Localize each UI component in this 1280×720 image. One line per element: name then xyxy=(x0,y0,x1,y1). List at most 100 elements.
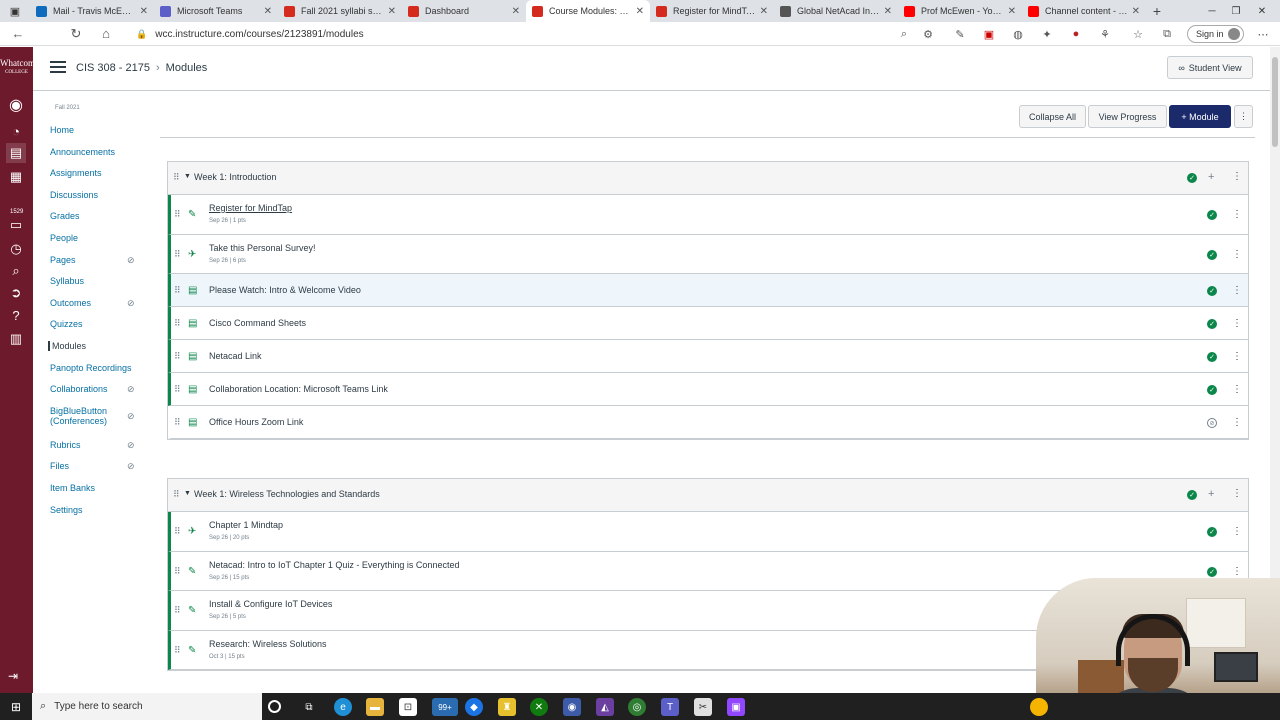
browser-tab[interactable]: Microsoft Teams ✕ xyxy=(154,0,278,22)
calendar-icon[interactable]: ▦ xyxy=(6,167,26,187)
published-check-icon[interactable]: ✓ xyxy=(1207,352,1217,362)
course-nav-item[interactable]: Outcomes xyxy=(50,298,91,308)
tab-close-icon[interactable]: ✕ xyxy=(388,6,396,17)
browser-menu-icon[interactable]: ▣ xyxy=(0,0,30,22)
module-item-title[interactable]: Research: Wireless Solutions xyxy=(209,639,327,649)
module-item-title[interactable]: Install & Configure IoT Devices xyxy=(209,599,332,609)
modules-options-kebab-icon[interactable]: ⋮ xyxy=(1234,105,1253,128)
browser-tab[interactable]: Global NetAcad Instal ✕ xyxy=(774,0,898,22)
drag-handle-icon[interactable]: ⠿ xyxy=(174,417,181,428)
inbox-icon[interactable]: ▭ xyxy=(6,215,26,235)
extension-globe-icon[interactable]: ◍ xyxy=(1011,27,1025,41)
store-icon[interactable]: ⊡ xyxy=(399,698,417,716)
tab-close-icon[interactable]: ✕ xyxy=(140,6,148,17)
item-kebab-icon[interactable]: ⋮ xyxy=(1232,384,1242,395)
add-item-icon[interactable]: + xyxy=(1208,171,1214,183)
hamburger-menu-icon[interactable] xyxy=(50,61,66,76)
browser-tab[interactable]: Fall 2021 syllabi subm ✕ xyxy=(278,0,402,22)
course-nav-item[interactable]: BigBlueButton (Conferences) xyxy=(50,406,107,426)
course-nav-item[interactable]: Settings xyxy=(50,505,83,515)
search-courses-icon[interactable]: ⌕ xyxy=(6,261,26,281)
browser-tab[interactable]: Channel content - You ✕ xyxy=(1022,0,1146,22)
course-nav-item[interactable]: People xyxy=(50,233,78,243)
item-kebab-icon[interactable]: ⋮ xyxy=(1232,526,1242,537)
studio-icon[interactable]: ▥ xyxy=(6,329,26,349)
app-icon[interactable]: ◆ xyxy=(465,698,483,716)
browser-more-icon[interactable]: ⋯ xyxy=(1256,27,1270,41)
taskbar-search-field[interactable]: ⌕ Type here to search xyxy=(32,693,262,720)
tab-close-icon[interactable]: ✕ xyxy=(512,6,520,17)
xbox-icon[interactable]: ✕ xyxy=(530,698,548,716)
drag-handle-icon[interactable]: ⠿ xyxy=(174,566,181,577)
item-kebab-icon[interactable]: ⋮ xyxy=(1232,249,1242,260)
published-check-icon[interactable]: ✓ xyxy=(1207,319,1217,329)
unpublished-icon[interactable]: ⊘ xyxy=(1207,418,1217,428)
collapse-caret-icon[interactable]: ▼ xyxy=(184,173,191,180)
course-nav-item[interactable]: Grades xyxy=(50,211,80,221)
drag-handle-icon[interactable]: ⠿ xyxy=(174,318,181,329)
college-logo[interactable]: Whatcom COLLEGE xyxy=(0,59,35,77)
tab-close-icon[interactable]: ✕ xyxy=(884,6,892,17)
item-kebab-icon[interactable]: ⋮ xyxy=(1232,351,1242,362)
module-item-title[interactable]: Netacad: Intro to IoT Chapter 1 Quiz - E… xyxy=(209,560,459,570)
browser-tab[interactable]: Register for MindTap ✕ xyxy=(650,0,774,22)
module-item-title[interactable]: Take this Personal Survey! xyxy=(209,243,316,253)
course-nav-item[interactable]: Files xyxy=(50,461,69,471)
course-nav-item[interactable]: Announcements xyxy=(50,147,115,157)
module-item-title[interactable]: Collaboration Location: Microsoft Teams … xyxy=(209,384,388,394)
favorites-icon[interactable]: ☆ xyxy=(1131,27,1145,41)
tab-close-icon[interactable]: ✕ xyxy=(264,6,272,17)
drag-handle-icon[interactable]: ⠿ xyxy=(174,384,181,395)
browser-tab[interactable]: Course Modules: CIS 3 ✕ xyxy=(526,0,650,22)
module-item[interactable]: ⠿ ✎ Register for MindTap Sep 26 | 1 pts ✓ ⋮ xyxy=(168,195,1248,235)
sign-in-button[interactable]: Sign in xyxy=(1187,25,1244,43)
add-module-button[interactable]: + Module xyxy=(1169,105,1231,128)
module-item-title[interactable]: Netacad Link xyxy=(209,351,262,361)
teams-icon[interactable]: T xyxy=(661,698,679,716)
url-field[interactable]: 🔒 wcc.instructure.com/courses/2123891/mo… xyxy=(136,25,364,43)
course-nav-item[interactable]: Pages xyxy=(50,255,76,265)
extension-circle-icon[interactable]: ● xyxy=(1069,27,1083,41)
minimize-window-icon[interactable]: ─ xyxy=(1200,0,1224,22)
edge-icon[interactable]: e xyxy=(334,698,352,716)
published-check-icon[interactable]: ✓ xyxy=(1207,527,1217,537)
drag-handle-icon[interactable]: ⠿ xyxy=(173,489,180,500)
module-item[interactable]: ⠿ ✈ Chapter 1 Mindtap Sep 26 | 20 pts ✓ ⋮ xyxy=(168,512,1248,552)
search-icon[interactable]: ⌕ xyxy=(897,27,911,41)
file-explorer-icon[interactable]: ▬ xyxy=(366,698,384,716)
cortana-icon[interactable] xyxy=(268,700,281,713)
module-item-title[interactable]: Cisco Command Sheets xyxy=(209,318,306,328)
published-check-icon[interactable]: ✓ xyxy=(1207,566,1217,577)
module-item[interactable]: ⠿ ▤ Collaboration Location: Microsoft Team… xyxy=(168,373,1248,406)
drag-handle-icon[interactable]: ⠿ xyxy=(174,526,181,537)
drag-handle-icon[interactable]: ⠿ xyxy=(174,249,181,260)
course-nav-item[interactable]: Panopto Recordings xyxy=(50,363,132,373)
add-item-icon[interactable]: + xyxy=(1208,488,1214,500)
module-item-title[interactable]: Please Watch: Intro & Welcome Video xyxy=(209,285,361,295)
app-tools-icon[interactable]: ✂ xyxy=(694,698,712,716)
extension-record-icon[interactable]: ▣ xyxy=(982,27,996,41)
drag-handle-icon[interactable]: ⠿ xyxy=(174,605,181,616)
extension-icon[interactable]: ✎ xyxy=(953,27,967,41)
module-item-title[interactable]: Chapter 1 Mindtap xyxy=(209,520,283,530)
new-tab-button[interactable]: + xyxy=(1146,0,1168,22)
windows-start-icon[interactable]: ⊞ xyxy=(0,693,32,720)
module-kebab-icon[interactable]: ⋮ xyxy=(1232,171,1242,182)
course-nav-item[interactable]: Item Banks xyxy=(50,483,95,493)
published-check-icon[interactable]: ✓ xyxy=(1207,249,1217,260)
published-check-icon[interactable]: ✓ xyxy=(1207,210,1217,220)
history-icon[interactable]: ◷ xyxy=(6,239,26,259)
course-nav-item[interactable]: Discussions xyxy=(50,190,98,200)
account-icon[interactable]: ◉ xyxy=(6,95,26,115)
close-window-icon[interactable]: ✕ xyxy=(1250,0,1274,22)
drag-handle-icon[interactable]: ⠿ xyxy=(174,645,181,656)
item-kebab-icon[interactable]: ⋮ xyxy=(1232,285,1242,296)
tab-close-icon[interactable]: ✕ xyxy=(636,6,644,17)
app-purple-icon[interactable]: ◭ xyxy=(596,698,614,716)
course-nav-item[interactable]: Collaborations xyxy=(50,384,108,394)
published-check-icon[interactable]: ✓ xyxy=(1207,385,1217,395)
courses-icon[interactable]: ▤ xyxy=(6,143,26,163)
drag-handle-icon[interactable]: ⠿ xyxy=(174,351,181,362)
item-kebab-icon[interactable]: ⋮ xyxy=(1232,209,1242,220)
module-item[interactable]: ⠿ ✈ Take this Personal Survey! Sep 26 | 6 p… xyxy=(168,234,1248,274)
